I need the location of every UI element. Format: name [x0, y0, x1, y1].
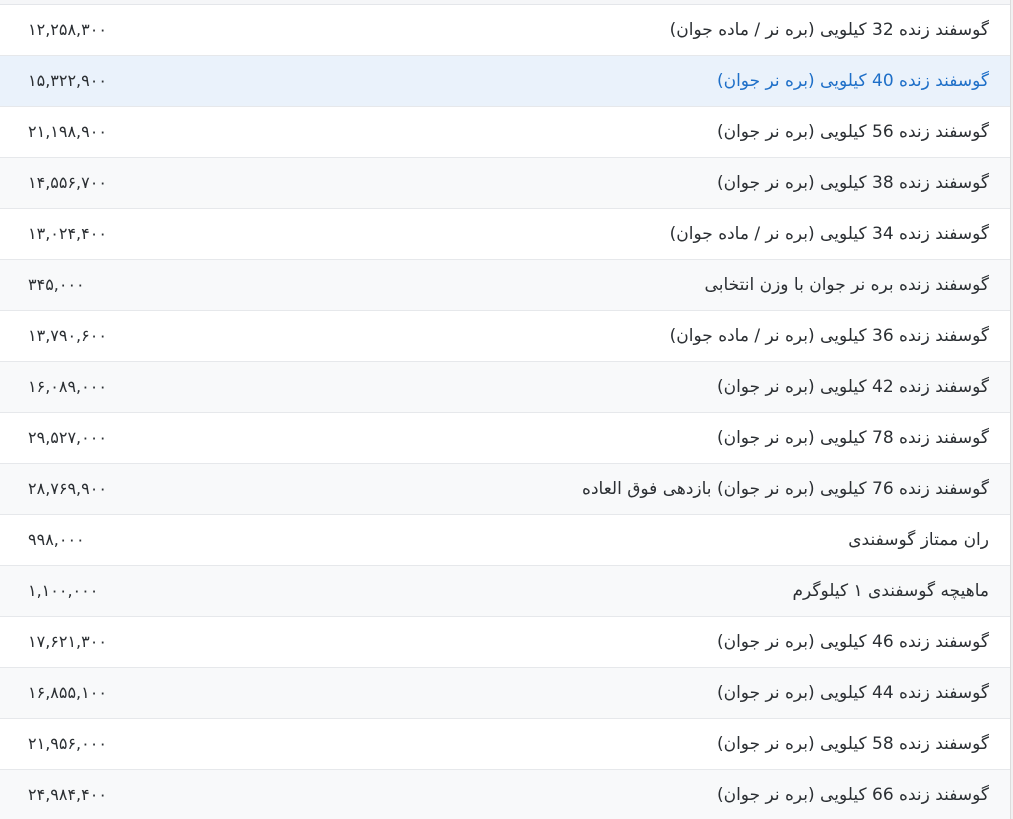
table-row[interactable]: گوسفند زنده 42 کیلویی (بره نر جوان) ۱۶,۰… [0, 362, 1010, 413]
product-name[interactable]: گوسفند زنده 36 کیلویی (بره نر / ماده جوا… [670, 311, 989, 361]
product-name[interactable]: گوسفند زنده 34 کیلویی (بره نر / ماده جوا… [670, 209, 989, 259]
product-price: ۱۳,۰۲۴,۴۰۰ [28, 224, 107, 243]
product-name[interactable]: گوسفند زنده بره نر جوان با وزن انتخابی [705, 260, 989, 310]
table-row[interactable]: ماهیچه گوسفندی ۱ کیلوگرم ۱,۱۰۰,۰۰۰ [0, 566, 1010, 617]
product-price: ۹۹۸,۰۰۰ [28, 530, 85, 549]
product-name[interactable]: گوسفند زنده 44 کیلویی (بره نر جوان) [717, 668, 989, 718]
product-name[interactable]: گوسفند زنده 42 کیلویی (بره نر جوان) [717, 362, 989, 412]
product-price: ۲۸,۷۶۹,۹۰۰ [28, 479, 107, 498]
table-row[interactable]: گوسفند زنده 46 کیلویی (بره نر جوان) ۱۷,۶… [0, 617, 1010, 668]
table-row[interactable]: گوسفند زنده 32 کیلویی (بره نر / ماده جوا… [0, 5, 1010, 56]
product-name[interactable]: گوسفند زنده 58 کیلویی (بره نر جوان) [717, 719, 989, 769]
product-price: ۱۲,۲۵۸,۳۰۰ [28, 20, 107, 39]
product-name[interactable]: گوسفند زنده 56 کیلویی (بره نر جوان) [717, 107, 989, 157]
product-price: ۲۱,۱۹۸,۹۰۰ [28, 122, 107, 141]
product-name[interactable]: گوسفند زنده 78 کیلویی (بره نر جوان) [717, 413, 989, 463]
price-table: گوسفند زنده 32 کیلویی (بره نر / ماده جوا… [0, 0, 1010, 819]
table-row[interactable]: گوسفند زنده 66 کیلویی (بره نر جوان) ۲۴,۹… [0, 770, 1010, 819]
product-price: ۱۷,۶۲۱,۳۰۰ [28, 632, 107, 651]
product-price: ۲۱,۹۵۶,۰۰۰ [28, 734, 107, 753]
table-row[interactable]: گوسفند زنده 56 کیلویی (بره نر جوان) ۲۱,۱… [0, 107, 1010, 158]
product-price: ۲۴,۹۸۴,۴۰۰ [28, 785, 107, 804]
product-name[interactable]: ران ممتاز گوسفندی [848, 515, 989, 565]
table-row[interactable]: ران ممتاز گوسفندی ۹۹۸,۰۰۰ [0, 515, 1010, 566]
table-row[interactable]: گوسفند زنده 76 کیلویی (بره نر جوان) بازد… [0, 464, 1010, 515]
product-name[interactable]: گوسفند زنده 46 کیلویی (بره نر جوان) [717, 617, 989, 667]
product-name[interactable]: گوسفند زنده 40 کیلویی (بره نر جوان) [717, 56, 989, 106]
table-row[interactable]: گوسفند زنده 36 کیلویی (بره نر / ماده جوا… [0, 311, 1010, 362]
product-name[interactable]: ماهیچه گوسفندی ۱ کیلوگرم [792, 566, 989, 616]
product-price: ۱۴,۵۵۶,۷۰۰ [28, 173, 107, 192]
table-row[interactable]: گوسفند زنده 58 کیلویی (بره نر جوان) ۲۱,۹… [0, 719, 1010, 770]
table-row[interactable]: گوسفند زنده 38 کیلویی (بره نر جوان) ۱۴,۵… [0, 158, 1010, 209]
product-price: ۱۶,۰۸۹,۰۰۰ [28, 377, 107, 396]
table-row[interactable]: گوسفند زنده 34 کیلویی (بره نر / ماده جوا… [0, 209, 1010, 260]
table-row[interactable]: گوسفند زنده 78 کیلویی (بره نر جوان) ۲۹,۵… [0, 413, 1010, 464]
table-row[interactable]: گوسفند زنده 44 کیلویی (بره نر جوان) ۱۶,۸… [0, 668, 1010, 719]
product-price: ۳۴۵,۰۰۰ [28, 275, 85, 294]
product-price: ۱,۱۰۰,۰۰۰ [28, 581, 99, 600]
product-name[interactable]: گوسفند زنده 38 کیلویی (بره نر جوان) [717, 158, 989, 208]
table-row[interactable]: گوسفند زنده بره نر جوان با وزن انتخابی ۳… [0, 260, 1010, 311]
product-name[interactable]: گوسفند زنده 66 کیلویی (بره نر جوان) [717, 770, 989, 819]
table-row[interactable]: گوسفند زنده 40 کیلویی (بره نر جوان) ۱۵,۳… [0, 56, 1010, 107]
product-price: ۱۵,۳۲۲,۹۰۰ [28, 71, 107, 90]
product-price: ۱۶,۸۵۵,۱۰۰ [28, 683, 107, 702]
product-name[interactable]: گوسفند زنده 32 کیلویی (بره نر / ماده جوا… [670, 5, 989, 55]
product-price: ۱۳,۷۹۰,۶۰۰ [28, 326, 107, 345]
product-price: ۲۹,۵۲۷,۰۰۰ [28, 428, 107, 447]
product-name[interactable]: گوسفند زنده 76 کیلویی (بره نر جوان) بازد… [582, 464, 989, 514]
